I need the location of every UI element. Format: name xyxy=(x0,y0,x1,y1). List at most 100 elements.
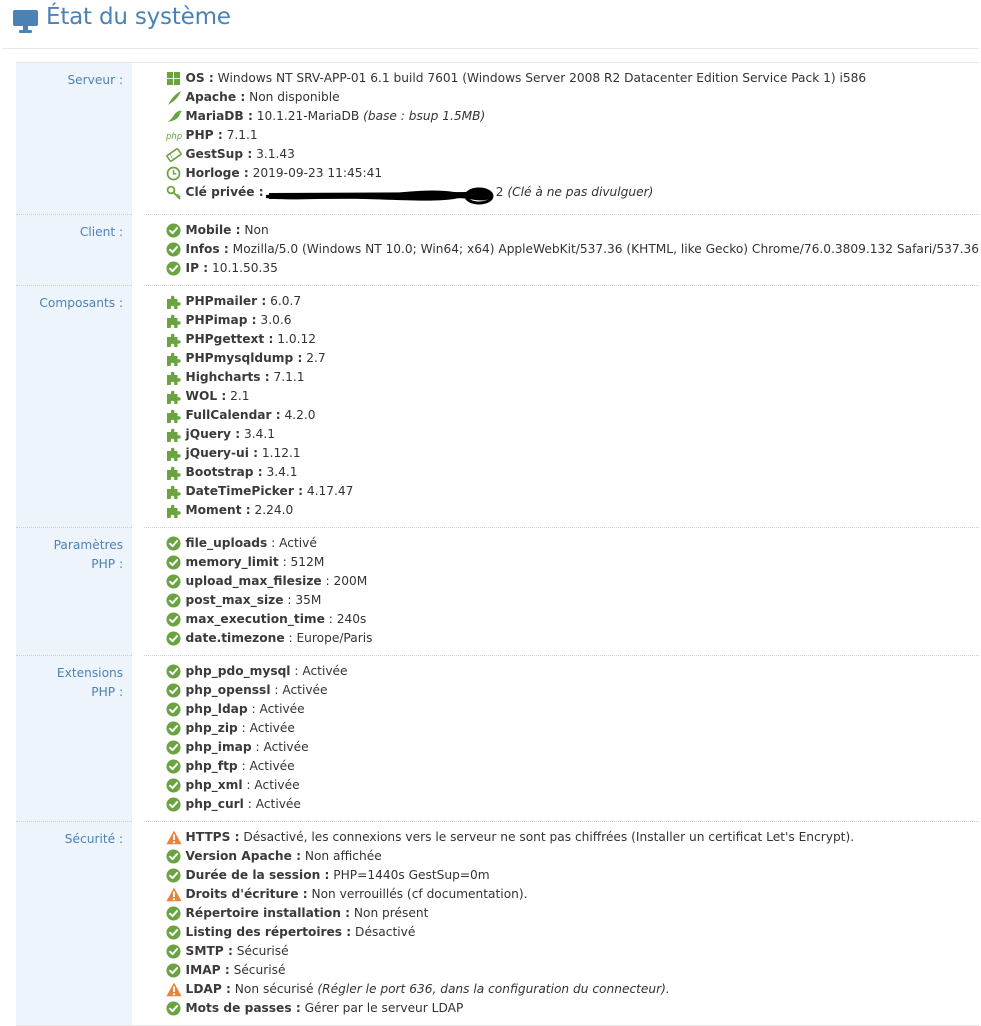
item-text: Horloge : 2019-09-23 11:45:41 xyxy=(186,166,383,180)
puzzle-icon xyxy=(166,370,182,386)
item-value: Windows NT SRV-APP-01 6.1 build 7601 (Wi… xyxy=(213,71,867,85)
item-key: PHPmysqldump : xyxy=(185,351,303,365)
ok-icon xyxy=(166,797,182,813)
list-item: Moment : 2.24.0 xyxy=(166,501,979,520)
item-value: 3.4.1 xyxy=(240,427,275,441)
item-key: IMAP : xyxy=(185,963,230,977)
section-label-line: Extensions xyxy=(56,666,124,680)
puzzle-icon xyxy=(166,408,182,424)
windows-icon xyxy=(166,71,182,87)
item-key: php_openssl xyxy=(185,683,271,697)
item-value: Non présent xyxy=(350,906,429,920)
item-text: post_max_size : 35M xyxy=(186,593,322,607)
list-item: php_ftp : Activée xyxy=(166,757,979,776)
item-link[interactable]: Installer un certificat Let's Encrypt xyxy=(636,830,846,844)
item-value: 2.24.0 xyxy=(250,503,294,517)
page-title: État du système xyxy=(46,4,231,30)
item-value: 3.4.1 xyxy=(262,465,298,479)
item-text: date.timezone : Europe/Paris xyxy=(186,631,373,645)
list-item: php_pdo_mysql : Activée xyxy=(166,662,979,681)
item-text: PHP : 7.1.1 xyxy=(186,128,258,142)
item-value: Non sécurisé xyxy=(230,982,318,996)
item-value: : Activée xyxy=(247,702,305,716)
item-note: (base : bsup 1.5MB) xyxy=(363,109,486,123)
item-text: PHPmysqldump : 2.7 xyxy=(186,351,326,365)
puzzle-icon xyxy=(166,294,182,310)
item-key: Répertoire installation : xyxy=(185,906,351,920)
item-value: : Activée xyxy=(237,759,295,773)
item-value: 6.0.7 xyxy=(266,294,302,308)
item-text: Moment : 2.24.0 xyxy=(186,503,294,517)
client-info-list: Mobile : Non Infos : Mozilla/5.0 (Windows… xyxy=(143,214,979,286)
item-text: GestSup : 3.1.43 xyxy=(186,147,295,161)
item-value: Désactivé, les connexions vers le serveu… xyxy=(239,830,636,844)
puzzle-icon xyxy=(166,465,182,481)
item-key: LDAP : xyxy=(185,982,231,996)
list-item: Horloge : 2019-09-23 11:45:41 xyxy=(166,164,979,183)
item-value: 10.1.50.35 xyxy=(208,261,278,275)
item-text: LDAP : Non sécurisé (Régler le port 636,… xyxy=(186,982,670,996)
item-key: Moment : xyxy=(185,503,251,517)
item-text: php_ftp : Activée xyxy=(186,759,295,773)
list-item: PHPimap : 3.0.6 xyxy=(166,311,979,330)
list-item: DateTimePicker : 4.17.47 xyxy=(166,482,979,501)
ok-icon xyxy=(166,536,182,552)
ok-icon xyxy=(166,944,182,960)
item-note: (Clé à ne pas divulguer) xyxy=(503,185,654,199)
list-item: FullCalendar : 4.2.0 xyxy=(166,406,979,425)
list-item: SMTP : Sécurisé xyxy=(166,942,979,961)
item-value: 2019-09-23 11:45:41 xyxy=(248,166,383,180)
ok-icon xyxy=(166,631,182,647)
section-label: Extensions PHP : xyxy=(16,655,133,822)
item-value: : Activée xyxy=(242,778,300,792)
ok-icon xyxy=(166,778,182,794)
ok-icon xyxy=(166,868,182,884)
item-text: jQuery-ui : 1.12.1 xyxy=(186,446,301,460)
item-key: IP : xyxy=(185,261,209,275)
list-item: php_imap : Activée xyxy=(166,738,979,757)
item-key: php_curl xyxy=(185,797,244,811)
list-item: IP : 10.1.50.35 xyxy=(166,259,979,278)
ok-icon xyxy=(166,759,182,775)
item-key: php_ftp xyxy=(185,759,238,773)
item-text: file_uploads : Activé xyxy=(186,536,317,550)
section-label-line: PHP : xyxy=(91,557,124,571)
item-text: Bootstrap : 3.4.1 xyxy=(186,465,298,479)
section-components: Composants : PHPmailer : 6.0.7 PHPimap : … xyxy=(16,285,979,528)
item-value: 3.1.43 xyxy=(252,147,295,161)
ok-icon xyxy=(166,574,182,590)
ok-icon xyxy=(166,593,182,609)
item-key: Bootstrap : xyxy=(185,465,263,479)
security-list: HTTPS : Désactivé, les connexions vers l… xyxy=(143,821,979,1026)
item-key: Infos : xyxy=(185,242,229,256)
list-item: php_curl : Activée xyxy=(166,795,979,814)
list-item: date.timezone : Europe/Paris xyxy=(166,629,979,648)
item-value: 4.2.0 xyxy=(280,408,316,422)
server-info-list: OS : Windows NT SRV-APP-01 6.1 build 760… xyxy=(144,63,979,215)
list-item: php_xml : Activée xyxy=(166,776,979,795)
list-item: GestSup : 3.1.43 xyxy=(165,145,979,164)
item-text: WOL : 2.1 xyxy=(186,389,250,403)
item-text: Répertoire installation : Non présent xyxy=(186,906,429,920)
item-text: IMAP : Sécurisé xyxy=(186,963,286,977)
page-header: État du système xyxy=(2,0,979,49)
item-key: PHPmailer : xyxy=(185,294,267,308)
svg-text:php: php xyxy=(166,132,182,142)
item-key: OS : xyxy=(185,71,214,85)
item-key: GestSup : xyxy=(185,147,253,161)
ok-icon xyxy=(166,555,182,571)
item-text: php_zip : Activée xyxy=(186,721,295,735)
ok-icon xyxy=(166,664,182,680)
redaction-scribble xyxy=(264,186,494,205)
item-key: upload_max_filesize xyxy=(185,574,322,588)
item-text: max_execution_time : 240s xyxy=(186,612,367,626)
list-item: PHPgettext : 1.0.12 xyxy=(166,330,979,349)
item-key: PHP : xyxy=(185,128,223,142)
puzzle-icon xyxy=(166,503,182,519)
item-key: Durée de la session : xyxy=(185,868,330,882)
item-value: PHP=1440s GestSup=0m xyxy=(329,868,490,882)
section-label: Client : xyxy=(16,214,133,286)
list-item: Mobile : Non xyxy=(166,221,979,240)
list-item: Répertoire installation : Non présent xyxy=(166,904,979,923)
item-link[interactable]: cf documentation xyxy=(412,887,519,901)
